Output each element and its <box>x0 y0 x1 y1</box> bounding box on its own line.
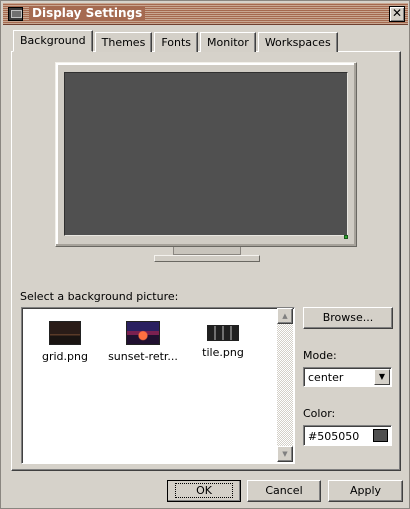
color-swatch[interactable] <box>373 429 388 442</box>
ok-button[interactable]: OK <box>167 480 241 502</box>
tab-background[interactable]: Background <box>13 30 93 52</box>
scroll-down-button[interactable]: ▼ <box>277 446 293 462</box>
picture-item-sunset[interactable]: sunset-retr... <box>102 321 184 363</box>
sunset-thumbnail-icon <box>126 321 160 345</box>
cancel-button[interactable]: Cancel <box>247 480 321 502</box>
mode-value: center <box>308 371 344 384</box>
color-label: Color: <box>303 407 336 420</box>
title-bar[interactable]: Display Settings ✕ <box>3 3 408 25</box>
monitor-stand-neck <box>173 247 241 255</box>
grid-thumbnail-icon <box>49 321 81 345</box>
picture-item-grid[interactable]: grid.png <box>24 321 106 363</box>
scroll-up-button[interactable]: ▲ <box>277 308 293 324</box>
background-picture-label: Select a background picture: <box>20 290 179 303</box>
display-settings-window: Display Settings ✕ Background Themes Fon… <box>0 0 410 509</box>
monitor-icon <box>8 7 23 21</box>
tab-workspaces[interactable]: Workspaces <box>257 32 338 52</box>
chevron-down-icon[interactable]: ▼ <box>374 369 390 385</box>
tile-thumbnail-icon <box>207 325 239 341</box>
picture-label: grid.png <box>42 350 88 363</box>
color-value: #505050 <box>308 430 360 443</box>
monitor-preview <box>55 62 357 247</box>
browse-button[interactable]: Browse... <box>303 307 393 329</box>
ok-label: OK <box>175 483 233 498</box>
color-field[interactable]: #505050 <box>303 425 392 446</box>
tab-fonts[interactable]: Fonts <box>154 32 198 52</box>
close-button[interactable]: ✕ <box>389 6 405 22</box>
preview-screen <box>64 72 348 236</box>
power-led-icon <box>344 235 348 239</box>
background-picture-list[interactable]: grid.png sunset-retr... tile.png <box>21 307 295 464</box>
mode-label: Mode: <box>303 349 337 362</box>
window-title: Display Settings <box>29 6 146 20</box>
monitor-stand-base <box>154 255 260 262</box>
tab-bar: Background Themes Fonts Monitor Workspac… <box>13 30 340 52</box>
tab-monitor[interactable]: Monitor <box>200 32 256 52</box>
tab-themes[interactable]: Themes <box>94 32 153 52</box>
apply-button[interactable]: Apply <box>328 480 403 502</box>
mode-select[interactable]: center ▼ <box>303 367 392 387</box>
picture-label: tile.png <box>202 346 244 359</box>
picture-list-scrollbar[interactable]: ▲ ▼ <box>277 308 293 462</box>
picture-item-tile[interactable]: tile.png <box>182 321 264 359</box>
picture-label: sunset-retr... <box>108 350 178 363</box>
